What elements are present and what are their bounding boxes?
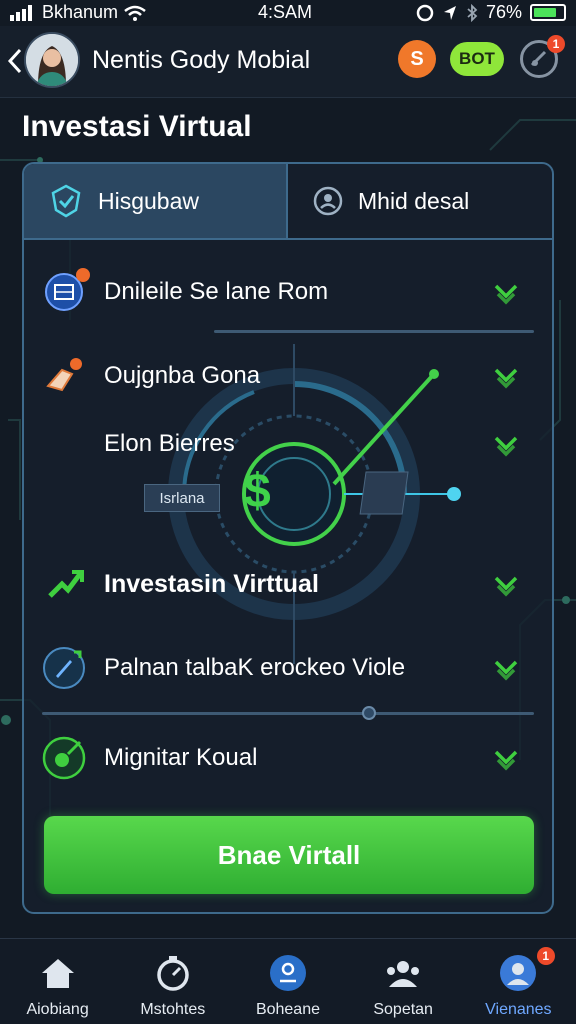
list-item[interactable]: Investasin Virttual [40, 560, 536, 608]
nav-label: Vienanes [485, 1001, 552, 1018]
nav-item-profile[interactable]: 1 Vienanes [461, 939, 576, 1024]
item-label: Elon Bierres [104, 430, 235, 457]
app-header: Nentis Gody Mobial S BOT 1 [0, 26, 576, 98]
list-item[interactable]: Elon Bierres [40, 420, 536, 468]
team-icon [387, 961, 420, 987]
check-icon [494, 750, 518, 771]
item-label: Palnan talbaK erockeo Viole [104, 654, 406, 681]
bot-button[interactable]: BOT [450, 42, 504, 76]
notification-button[interactable]: 1 [520, 35, 565, 78]
nav-label: Mstohtes [140, 1001, 206, 1018]
tab-hisgubaw[interactable]: Hisgubaw [24, 164, 288, 238]
item-icon-wrap [40, 734, 96, 782]
nav-label: Aiobiang [26, 1001, 89, 1018]
coin-s-label: S [410, 47, 424, 70]
battery-icon [530, 4, 566, 21]
item-icon-wrap [40, 644, 96, 692]
item-icon-wrap [40, 268, 96, 316]
nav-label: Sopetan [373, 1001, 433, 1018]
currency-symbol: $ [244, 465, 271, 518]
cta-label: Bnae Virtall [217, 839, 361, 870]
item-label: Investasin Virttual [104, 569, 319, 598]
item-icon-wrap [40, 352, 96, 400]
tab-label: Hisgubaw [98, 187, 199, 214]
item-label: Dnileile Se lane Rom [104, 278, 329, 305]
app-title: Nentis Gody Mobial [92, 46, 311, 74]
back-arrow-icon[interactable] [6, 46, 24, 76]
list-item[interactable]: Palnan talbaK erockeo Viole [40, 644, 536, 692]
nav-label: Boheane [255, 1001, 320, 1018]
list-item[interactable]: Mignitar Koual [40, 734, 536, 782]
shield-check-icon [51, 184, 81, 218]
item-icon-wrap [40, 420, 96, 468]
check-icon [494, 436, 518, 457]
nav-item-team[interactable]: Sopetan [346, 939, 461, 1024]
status-left: Bkhanum [10, 2, 146, 23]
item-label: Oujgnba Gona [104, 362, 261, 389]
check-icon [494, 284, 518, 305]
item-icon-wrap [40, 560, 96, 608]
tab-bar: Hisgubaw Mhid desal [24, 164, 552, 240]
avatar[interactable] [24, 32, 80, 88]
growth-arrow-icon [48, 570, 84, 598]
graphic-chip: Isrlana [144, 484, 220, 512]
list-item[interactable]: Dnileile Se lane Rom [40, 268, 536, 316]
notification-badge: 1 [547, 35, 565, 53]
status-right: 76% [416, 2, 566, 23]
primary-cta-button[interactable]: Bnae Virtall [44, 816, 534, 894]
hand-coin-icon [46, 358, 82, 392]
clock: 4:SAM [258, 2, 313, 22]
tab-mhid-desal[interactable]: Mhid desal [288, 164, 552, 238]
page-title: Investasi Virtual [22, 110, 252, 143]
check-icon [494, 576, 518, 597]
list-item[interactable]: Oujgnba Gona [40, 352, 536, 400]
investment-card: $ Isrlana Hisgubaw Mhid desal Dnileile S… [22, 162, 554, 914]
status-bar: Bkhanum 4:SAM 76% [0, 0, 576, 26]
home-icon [41, 959, 74, 988]
bottom-nav: Aiobiang Mstohtes Boheane Sopetan 1 Vien… [0, 938, 576, 1024]
item-label: Mignitar Koual [104, 744, 258, 771]
slider-handle[interactable] [362, 706, 376, 720]
nav-item-timer[interactable]: Mstohtes [115, 939, 230, 1024]
location-icon [443, 5, 456, 20]
item-alert-dot [76, 268, 90, 282]
user-portrait-icon [26, 34, 78, 86]
signal-icon [10, 4, 32, 21]
target-icon [42, 736, 86, 780]
progress-slider[interactable] [42, 712, 534, 715]
bluetooth-icon [467, 3, 478, 22]
nav-item-home[interactable]: Aiobiang [0, 939, 115, 1024]
rocket-icon [43, 647, 85, 689]
carrier-label: Bkhanum [42, 2, 119, 22]
coin-s-button[interactable]: S [398, 40, 436, 78]
timer-icon [157, 956, 189, 991]
graphic-chip-label: Isrlana [159, 489, 205, 507]
person-badge-icon [313, 186, 343, 216]
coin-icon [269, 955, 306, 991]
profile-icon [500, 955, 537, 991]
divider-line [214, 330, 534, 333]
alarm-icon [416, 4, 434, 21]
battery-percent: 76% [485, 2, 522, 22]
wifi-icon [124, 5, 146, 21]
nav-badge: 1 [536, 947, 555, 965]
tab-label: Mhid desal [358, 187, 470, 214]
check-icon [494, 660, 518, 681]
nav-item-coin[interactable]: Boheane [230, 939, 345, 1024]
bot-label: BOT [459, 49, 495, 68]
check-icon [494, 368, 518, 389]
